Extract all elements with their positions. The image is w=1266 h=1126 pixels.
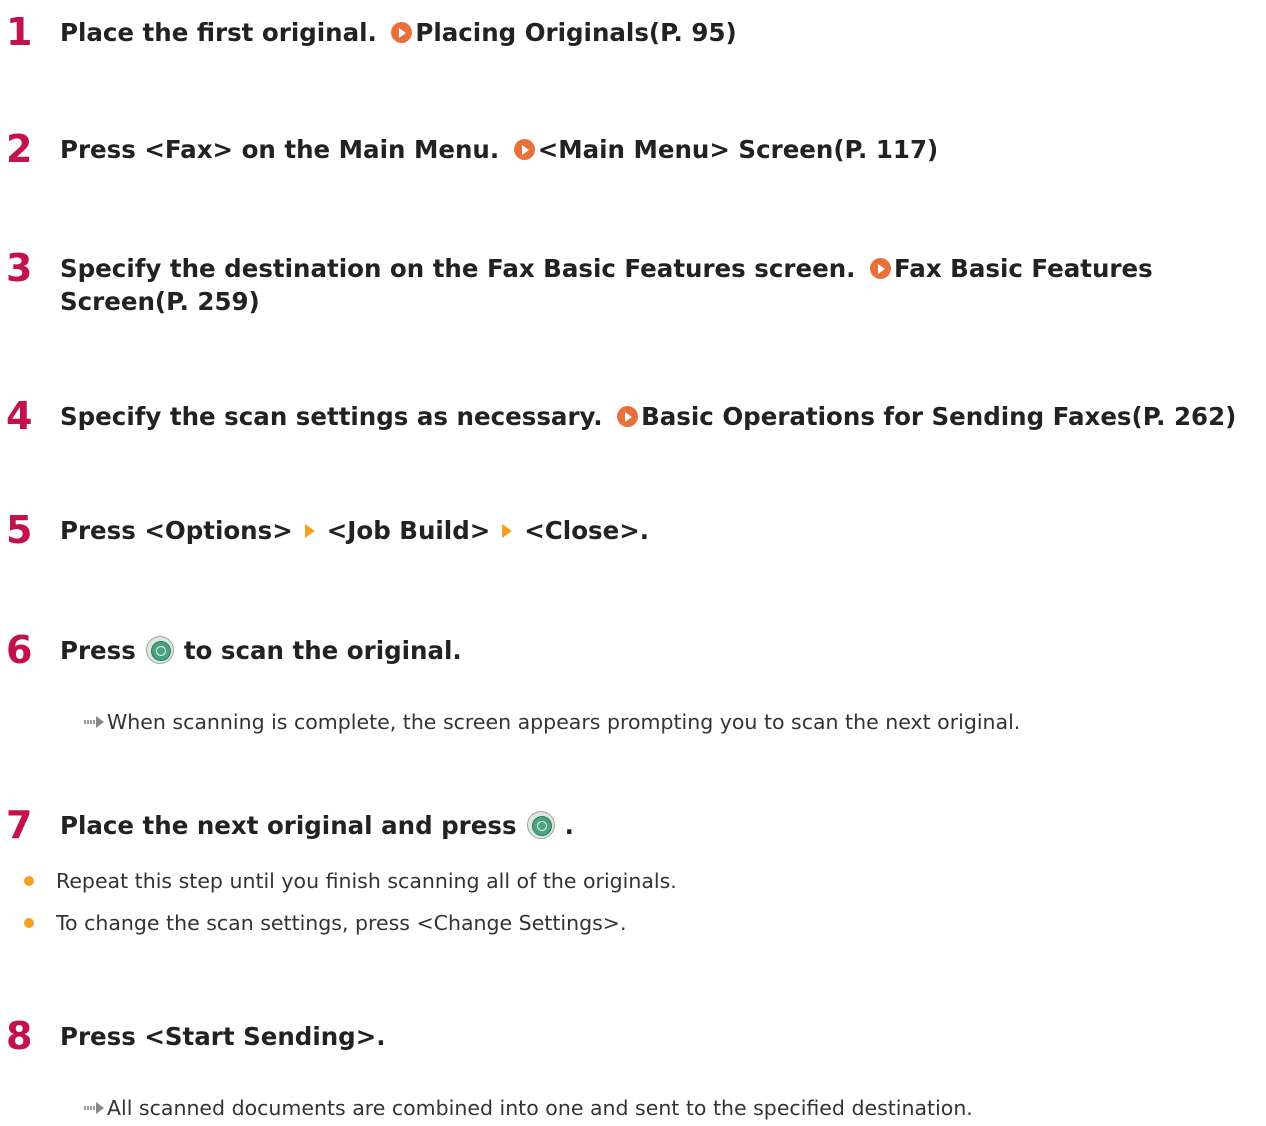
main-menu-screen-link[interactable]: <Main Menu> Screen(P. 117): [508, 135, 938, 164]
fax-basic-features-screen-link-cont[interactable]: Screen(P. 259): [60, 287, 260, 316]
fax-basic-features-screen-link[interactable]: Fax Basic Features: [864, 254, 1153, 283]
link-arrow-icon: [513, 139, 535, 160]
step-title: Place the next original and press.: [60, 809, 1258, 842]
result-arrow-icon: [84, 1102, 105, 1114]
step-text: Place the next original and press: [60, 811, 517, 840]
step-text: Press <Start Sending>.: [60, 1022, 386, 1051]
job-build-key: <Job Build>: [326, 516, 491, 545]
basic-operations-link[interactable]: Basic Operations for Sending Faxes(P. 26…: [611, 402, 1236, 431]
start-button-icon: [526, 811, 555, 839]
placing-originals-link[interactable]: Placing Originals(P. 95): [385, 18, 737, 47]
step-title: Place the first original. Placing Origin…: [60, 16, 1258, 49]
step-bullets: Repeat this step until you finish scanni…: [24, 867, 677, 951]
step-number: 4: [6, 394, 33, 438]
step-text: to scan the original.: [183, 636, 462, 665]
list-item: Repeat this step until you finish scanni…: [24, 867, 677, 909]
start-button-icon: [145, 636, 174, 664]
step-text: Press: [60, 636, 136, 665]
step-number: 2: [6, 127, 33, 171]
step-text: Place the first original.: [60, 18, 377, 47]
step-number: 8: [6, 1014, 33, 1058]
step-title: Press <Options> <Job Build> <Close>.: [60, 514, 1258, 547]
result-arrow-icon: [84, 716, 105, 728]
link-arrow-icon: [391, 22, 413, 43]
step-text: .: [564, 811, 574, 840]
options-key: Press <Options>: [60, 516, 293, 545]
step-result: All scanned documents are combined into …: [84, 1094, 973, 1122]
close-key: <Close>.: [524, 516, 650, 545]
step-title: Specify the destination on the Fax Basic…: [60, 252, 1258, 318]
step-result: When scanning is complete, the screen ap…: [84, 708, 1020, 736]
step-number: 1: [6, 10, 33, 54]
step-text: Specify the destination on the Fax Basic…: [60, 254, 856, 283]
link-arrow-icon: [869, 258, 891, 279]
step-title: Press to scan the original.: [60, 634, 1258, 667]
step-number: 7: [6, 803, 33, 847]
step-number: 6: [6, 628, 33, 672]
step-number: 3: [6, 246, 33, 290]
step-number: 5: [6, 508, 33, 552]
step-title: Press <Start Sending>.: [60, 1020, 1258, 1053]
step-title: Specify the scan settings as necessary. …: [60, 400, 1258, 433]
step-title: Press <Fax> on the Main Menu. <Main Menu…: [60, 133, 1258, 166]
link-arrow-icon: [617, 406, 639, 427]
step-text: Specify the scan settings as necessary.: [60, 402, 603, 431]
list-item: To change the scan settings, press <Chan…: [24, 909, 677, 951]
menu-separator-icon: [304, 524, 315, 538]
menu-separator-icon: [502, 524, 513, 538]
step-text: Press <Fax> on the Main Menu.: [60, 135, 500, 164]
